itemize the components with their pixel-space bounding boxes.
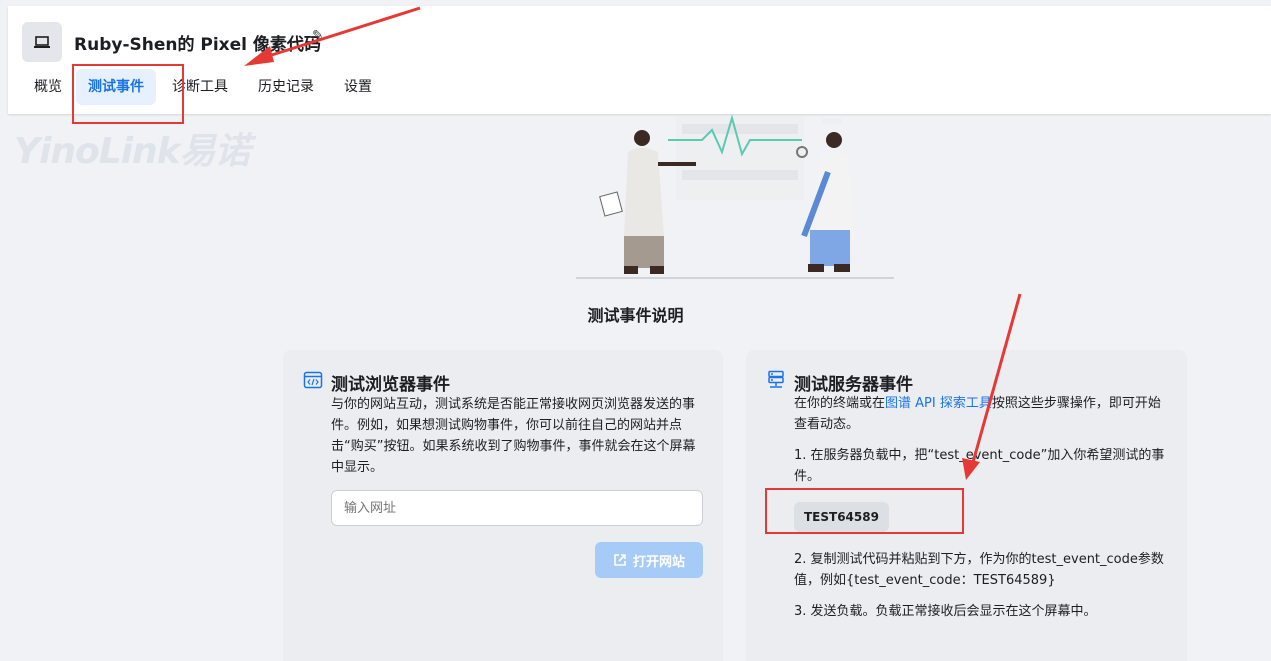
watermark-logo: YinoLink易诺 — [14, 131, 251, 172]
server-icon — [768, 370, 784, 388]
server-events-title: 测试服务器事件 — [794, 375, 913, 395]
tab-overview[interactable]: 概览 — [22, 69, 74, 105]
intro-text-before: 在你的终端或在 — [794, 396, 886, 411]
browser-events-title: 测试浏览器事件 — [331, 375, 450, 395]
server-step-3: 3. 发送负载。负载正常接收后会显示在这个屏幕中。 — [794, 604, 1097, 619]
doctors-illustration — [576, 114, 894, 279]
open-website-button[interactable]: 打开网站 — [595, 542, 703, 578]
laptop-icon — [22, 22, 62, 62]
open-website-label: 打开网站 — [632, 554, 685, 570]
section-title: 测试事件说明 — [587, 306, 684, 325]
tab-diagnostics[interactable]: 诊断工具 — [160, 69, 240, 105]
browser-events-card: 测试浏览器事件 与你的网站互动，测试系统是否能正常接收网页浏览器发送的事件。例如… — [283, 350, 723, 661]
annotation-arrow-tab — [244, 6, 421, 66]
browser-events-description: 与你的网站互动，测试系统是否能正常接收网页浏览器发送的事件。例如，如果想测试购物… — [331, 397, 696, 475]
tab-test-events[interactable]: 测试事件 — [76, 69, 156, 105]
browser-code-icon — [303, 371, 323, 389]
external-link-icon — [614, 554, 626, 566]
pixel-header: Ruby-Shen的 Pixel 像素代码 ✎ 概览 测试事件 诊断工具 历史记… — [8, 6, 1271, 114]
website-url-input[interactable] — [331, 490, 703, 526]
annotation-arrow-code — [962, 293, 1022, 480]
server-step-2: 2. 复制测试代码并粘贴到下方，作为你的test_event_code参数值，例… — [794, 552, 1164, 588]
test-code-chip[interactable]: TEST64589 — [794, 502, 889, 532]
